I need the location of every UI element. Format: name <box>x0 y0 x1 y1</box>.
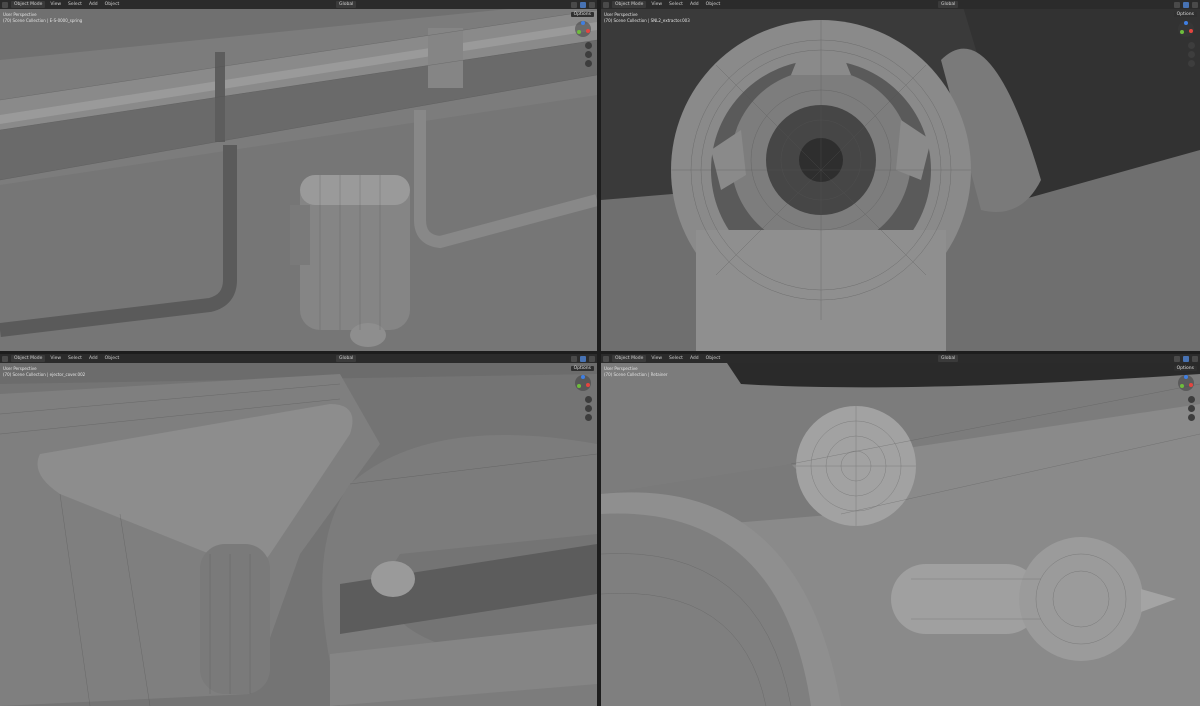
transform-orientation[interactable]: Global <box>937 1 959 8</box>
menu-view[interactable]: View <box>48 356 63 361</box>
pan-icon[interactable] <box>585 405 592 412</box>
menu-object[interactable]: Object <box>704 356 723 361</box>
material-shading-icon[interactable] <box>589 1 596 8</box>
overlay-icon[interactable] <box>571 1 578 8</box>
collection-label: (70) Scene Collection | Retainer <box>604 371 668 377</box>
editor-type-icon[interactable] <box>603 1 609 8</box>
solid-shading-icon[interactable] <box>1183 355 1190 362</box>
camera-icon[interactable] <box>1188 414 1195 421</box>
view-nav-buttons <box>1188 42 1195 67</box>
viewport-top-left[interactable]: Object Mode View Select Add Object Globa… <box>0 0 597 351</box>
editor-type-icon[interactable] <box>2 355 8 362</box>
menu-select[interactable]: Select <box>667 2 685 7</box>
menu-view[interactable]: View <box>649 2 664 7</box>
navigation-gizmo-icon[interactable] <box>574 374 592 392</box>
collection-label: (70) Scene Collection | SNL2_extractor.0… <box>604 17 690 23</box>
scene-top-right <box>601 0 1200 351</box>
options-button[interactable]: Options <box>570 366 594 371</box>
navigation-gizmo-icon[interactable] <box>1177 374 1195 392</box>
zoom-icon[interactable] <box>585 42 592 49</box>
camera-icon[interactable] <box>585 60 592 67</box>
menu-add[interactable]: Add <box>688 2 701 7</box>
viewport-info: User Perspective (70) Scene Collection |… <box>604 12 690 23</box>
transform-orientation[interactable]: Global <box>937 355 959 362</box>
options-button[interactable]: Options <box>570 12 594 17</box>
viewport-header: Object Mode View Select Add Object Globa… <box>601 354 1200 363</box>
material-shading-icon[interactable] <box>589 355 596 362</box>
mode-dropdown[interactable]: Object Mode <box>11 1 46 8</box>
viewport-header: Object Mode View Select Add Object Globa… <box>601 0 1200 9</box>
overlay-icon[interactable] <box>1174 1 1181 8</box>
menu-view[interactable]: View <box>649 356 664 361</box>
zoom-icon[interactable] <box>1188 42 1195 49</box>
solid-shading-icon[interactable] <box>1183 1 1190 8</box>
menu-view[interactable]: View <box>48 2 63 7</box>
overlay-icon[interactable] <box>571 355 578 362</box>
menu-object[interactable]: Object <box>704 2 723 7</box>
mode-dropdown[interactable]: Object Mode <box>612 1 647 8</box>
menu-add[interactable]: Add <box>87 356 100 361</box>
transform-orientation[interactable]: Global <box>335 355 357 362</box>
viewport-top-right[interactable]: Object Mode View Select Add Object Globa… <box>601 0 1200 351</box>
material-shading-icon[interactable] <box>1192 1 1199 8</box>
menu-add[interactable]: Add <box>87 2 100 7</box>
camera-icon[interactable] <box>585 414 592 421</box>
menu-select[interactable]: Select <box>66 2 84 7</box>
zoom-icon[interactable] <box>585 396 592 403</box>
material-shading-icon[interactable] <box>1192 355 1199 362</box>
zoom-icon[interactable] <box>1188 396 1195 403</box>
viewport-bottom-right[interactable]: Object Mode View Select Add Object Globa… <box>601 354 1200 706</box>
collection-label: (70) Scene Collection | E-S-0000_spring <box>3 17 83 23</box>
scene-bottom-left <box>0 354 597 706</box>
menu-object[interactable]: Object <box>103 2 122 7</box>
transform-orientation[interactable]: Global <box>335 1 357 8</box>
menu-select[interactable]: Select <box>66 356 84 361</box>
options-button[interactable]: Options <box>1173 12 1197 17</box>
mode-dropdown[interactable]: Object Mode <box>612 355 647 362</box>
viewport-info: User Perspective (70) Scene Collection |… <box>604 366 667 377</box>
collection-label: (70) Scene Collection | ejector_cover.00… <box>3 371 86 377</box>
scene-bottom-right <box>601 354 1200 706</box>
pan-icon[interactable] <box>585 51 592 58</box>
camera-icon[interactable] <box>1188 60 1195 67</box>
navigation-gizmo-icon[interactable] <box>574 20 592 38</box>
viewport-info: User Perspective (70) Scene Collection |… <box>3 366 85 377</box>
mode-dropdown[interactable]: Object Mode <box>11 355 46 362</box>
view-nav-buttons <box>585 42 592 67</box>
options-button[interactable]: Options <box>1173 366 1197 371</box>
overlay-icon[interactable] <box>1174 355 1181 362</box>
scene-top-left <box>0 0 597 351</box>
pan-icon[interactable] <box>1188 405 1195 412</box>
navigation-gizmo-icon[interactable] <box>1177 20 1195 38</box>
menu-add[interactable]: Add <box>688 356 701 361</box>
viewport-header: Object Mode View Select Add Object Globa… <box>0 354 597 363</box>
quad-viewport-layout: Object Mode View Select Add Object Globa… <box>0 0 1200 706</box>
view-nav-buttons <box>585 396 592 421</box>
viewport-header: Object Mode View Select Add Object Globa… <box>0 0 597 9</box>
editor-type-icon[interactable] <box>603 355 609 362</box>
menu-select[interactable]: Select <box>667 356 685 361</box>
solid-shading-icon[interactable] <box>580 355 587 362</box>
menu-object[interactable]: Object <box>103 356 122 361</box>
editor-type-icon[interactable] <box>2 1 8 8</box>
viewport-bottom-left[interactable]: Object Mode View Select Add Object Globa… <box>0 354 597 706</box>
solid-shading-icon[interactable] <box>580 1 587 8</box>
viewport-info: User Perspective (70) Scene Collection |… <box>3 12 82 23</box>
view-nav-buttons <box>1188 396 1195 421</box>
pan-icon[interactable] <box>1188 51 1195 58</box>
